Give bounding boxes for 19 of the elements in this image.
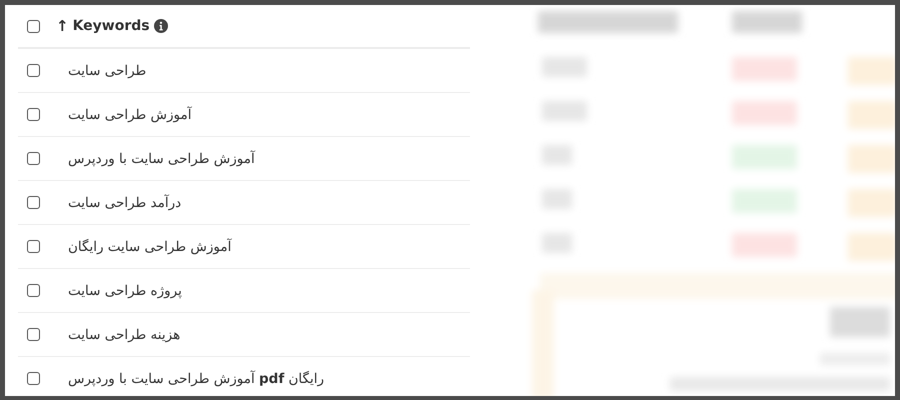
keyword-text: پروژه طراحی سایت	[68, 282, 182, 298]
info-icon[interactable]	[154, 19, 168, 33]
row-checkbox[interactable]	[27, 64, 40, 77]
row-checkbox[interactable]	[27, 108, 40, 121]
row-checkbox[interactable]	[27, 284, 40, 297]
keyword-text: آموزش طراحی سایت	[68, 106, 192, 122]
row-checkbox[interactable]	[27, 152, 40, 165]
keyword-text: آموزش طراحی سایت رایگان	[68, 238, 232, 254]
row-checkbox[interactable]	[27, 372, 40, 385]
keyword-text: آموزش طراحی سایت با وردپرس	[68, 150, 255, 166]
select-all-checkbox[interactable]	[27, 20, 40, 32]
row-checkbox[interactable]	[27, 240, 40, 253]
keyword-text: هزینه طراحی سایت	[68, 326, 180, 342]
keyword-text: طراحی سایت	[68, 62, 146, 78]
sort-arrow[interactable]: ↑	[56, 17, 69, 35]
column-header[interactable]: Keywords	[72, 18, 150, 34]
row-checkbox[interactable]	[27, 196, 40, 209]
keyword-text: درآمد طراحی سایت	[68, 194, 182, 210]
row-checkbox[interactable]	[27, 328, 40, 341]
